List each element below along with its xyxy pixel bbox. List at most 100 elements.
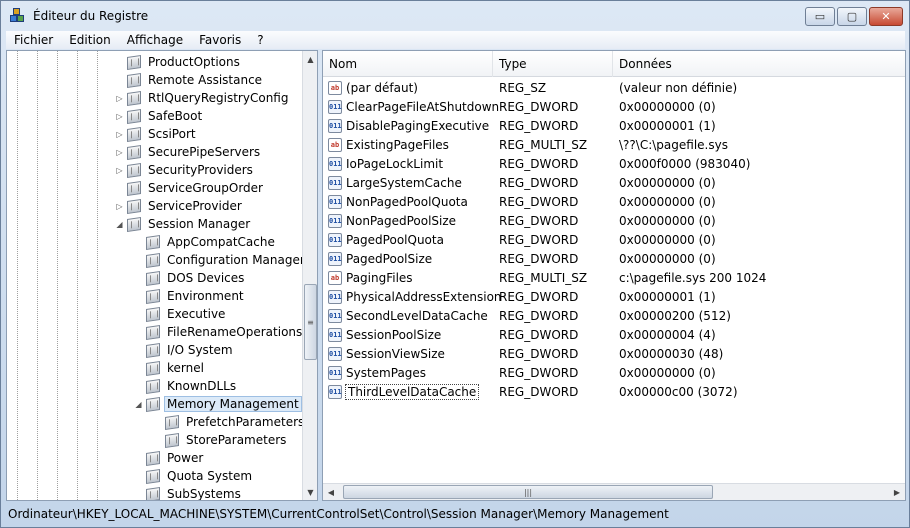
registry-key-folder-icon <box>127 198 141 214</box>
tree-node[interactable]: ServiceGroupOrder <box>127 179 265 197</box>
dword-value-icon: 011 <box>328 99 342 114</box>
tree-node-label: Quota System <box>167 469 253 483</box>
title-bar[interactable]: Éditeur du Registre ▭ ▢ ✕ <box>1 1 909 31</box>
list-item[interactable]: ab ExistingPageFiles REG_MULTI_SZ \??\C:\pa… <box>323 135 905 154</box>
list-item[interactable]: 011 NonPagedPoolSize REG_DWORD 0x00000000 (… <box>323 211 905 230</box>
list-item[interactable]: 011 PhysicalAddressExtension REG_DWORD 0x00… <box>323 287 905 306</box>
list-item[interactable]: 011 SessionPoolSize REG_DWORD 0x00000004 (4… <box>323 325 905 344</box>
dword-value-icon: 011 <box>328 118 342 133</box>
tree-node[interactable]: I/O System <box>146 341 235 359</box>
tree-node[interactable]: KnownDLLs <box>146 377 238 395</box>
scroll-left-icon[interactable]: ◀ <box>323 484 339 500</box>
value-type: REG_DWORD <box>499 232 579 247</box>
registry-key-folder-icon <box>127 180 141 196</box>
list-item[interactable]: 011 SessionViewSize REG_DWORD 0x00000030 (4… <box>323 344 905 363</box>
menu-fichier[interactable]: Fichier <box>6 33 61 47</box>
list-item[interactable]: 011 DisablePagingExecutive REG_DWORD 0x0000… <box>323 116 905 135</box>
menu-affichage[interactable]: Affichage <box>119 33 191 47</box>
dword-value-icon: 011 <box>328 384 342 399</box>
value-data: c:\pagefile.sys 200 1024 <box>619 270 767 285</box>
value-name: LargeSystemCache <box>346 175 462 190</box>
tree-node[interactable]: ▷ RtlQueryRegistryConfig <box>116 89 290 107</box>
tree-vertical-scrollbar[interactable]: ▲ ≡ ▼ <box>302 51 317 500</box>
value-type: REG_DWORD <box>499 99 579 114</box>
menu-edition[interactable]: Edition <box>61 33 119 47</box>
value-type: REG_SZ <box>499 80 547 95</box>
value-name: PagingFiles <box>346 270 413 285</box>
list-item[interactable]: ab PagingFiles REG_MULTI_SZ c:\pagefile.sys… <box>323 268 905 287</box>
value-data: 0x00000000 (0) <box>619 232 716 247</box>
expand-arrow-icon[interactable]: ▷ <box>115 94 124 103</box>
value-data: \??\C:\pagefile.sys <box>619 137 728 152</box>
value-name: PagedPoolSize <box>346 251 433 266</box>
tree-node[interactable]: ProductOptions <box>127 53 242 71</box>
tree-node[interactable]: Remote Assistance <box>127 71 264 89</box>
list-scroll-thumb[interactable]: ||| <box>343 485 713 499</box>
tree-node[interactable]: Power <box>146 449 205 467</box>
registry-key-folder-icon <box>146 360 160 376</box>
values-list-pane[interactable]: Nom Type Données ab (par défaut) REG_SZ (va… <box>322 50 906 501</box>
tree-node-label: DOS Devices <box>167 271 245 285</box>
maximize-button[interactable]: ▢ <box>837 7 867 26</box>
tree-node[interactable]: AppCompatCache <box>146 233 277 251</box>
registry-key-folder-icon <box>146 342 160 358</box>
list-item[interactable]: 011 PagedPoolSize REG_DWORD 0x00000000 (0) <box>323 249 905 268</box>
expand-arrow-icon[interactable]: ▷ <box>115 130 124 139</box>
tree-node[interactable]: FileRenameOperations <box>146 323 304 341</box>
tree-scroll-thumb[interactable]: ≡ <box>304 284 317 360</box>
tree-node[interactable]: ◢ Memory Management <box>135 395 302 413</box>
tree-node[interactable]: ▷ SecurityProviders <box>116 161 255 179</box>
expand-arrow-icon[interactable]: ▷ <box>115 166 124 175</box>
column-header-name[interactable]: Nom <box>323 51 493 77</box>
list-horizontal-scrollbar[interactable]: ◀ ||| ▶ <box>323 483 905 500</box>
column-header-data[interactable]: Données <box>613 51 905 77</box>
value-name: SessionViewSize <box>346 346 445 361</box>
scroll-right-icon[interactable]: ▶ <box>889 484 905 500</box>
tree-node-label: ScsiPort <box>148 127 196 141</box>
string-value-icon: ab <box>328 137 342 152</box>
value-data: 0x00000030 (48) <box>619 346 724 361</box>
scroll-down-icon[interactable]: ▼ <box>303 484 317 500</box>
tree-node[interactable]: ▷ ServiceProvider <box>116 197 244 215</box>
registry-tree-pane[interactable]: ProductOptions Remote Assistance ▷ RtlQuery… <box>6 50 318 501</box>
tree-node[interactable]: SubSystems <box>146 485 243 500</box>
tree-node[interactable]: ▷ SafeBoot <box>116 107 204 125</box>
expand-arrow-icon[interactable]: ▷ <box>115 112 124 121</box>
list-item[interactable]: 011 NonPagedPoolQuota REG_DWORD 0x00000000 … <box>323 192 905 211</box>
list-item[interactable]: 011 ThirdLevelDataCache REG_DWORD 0x00000c0… <box>323 382 905 401</box>
list-item[interactable]: ab (par défaut) REG_SZ (valeur non définie) <box>323 78 905 97</box>
tree-node-label: Configuration Manager <box>167 253 305 267</box>
value-data: 0x00000000 (0) <box>619 99 716 114</box>
tree-node[interactable]: ▷ ScsiPort <box>116 125 198 143</box>
tree-node[interactable]: ▷ SecurePipeServers <box>116 143 262 161</box>
tree-node[interactable]: ◢ Session Manager <box>116 215 252 233</box>
registry-tree[interactable]: ProductOptions Remote Assistance ▷ RtlQuery… <box>7 51 305 500</box>
tree-node[interactable]: StoreParameters <box>165 431 288 449</box>
list-item[interactable]: 011 ClearPageFileAtShutdown REG_DWORD 0x000… <box>323 97 905 116</box>
list-item[interactable]: 011 LargeSystemCache REG_DWORD 0x00000000 (… <box>323 173 905 192</box>
tree-node[interactable]: kernel <box>146 359 206 377</box>
expand-arrow-icon[interactable]: ▷ <box>115 202 124 211</box>
scroll-up-icon[interactable]: ▲ <box>303 51 317 67</box>
tree-node[interactable]: Executive <box>146 305 227 323</box>
tree-node[interactable]: Environment <box>146 287 246 305</box>
menu-favoris[interactable]: Favoris <box>191 33 249 47</box>
minimize-button[interactable]: ▭ <box>805 7 835 26</box>
list-item[interactable]: 011 SecondLevelDataCache REG_DWORD 0x000002… <box>323 306 905 325</box>
registry-key-folder-icon <box>127 90 141 106</box>
tree-node[interactable]: Configuration Manager <box>146 251 305 269</box>
tree-node[interactable]: Quota System <box>146 467 254 485</box>
collapse-arrow-icon[interactable]: ◢ <box>115 220 124 229</box>
collapse-arrow-icon[interactable]: ◢ <box>134 400 143 409</box>
menu-help[interactable]: ? <box>249 33 271 47</box>
list-item[interactable]: 011 SystemPages REG_DWORD 0x00000000 (0) <box>323 363 905 382</box>
value-data: 0x00000001 (1) <box>619 118 716 133</box>
column-header-type[interactable]: Type <box>493 51 613 77</box>
value-data: 0x00000000 (0) <box>619 175 716 190</box>
expand-arrow-icon[interactable]: ▷ <box>115 148 124 157</box>
list-item[interactable]: 011 PagedPoolQuota REG_DWORD 0x00000000 (0) <box>323 230 905 249</box>
tree-node[interactable]: PrefetchParameters <box>165 413 305 431</box>
tree-node[interactable]: DOS Devices <box>146 269 246 287</box>
list-item[interactable]: 011 IoPageLockLimit REG_DWORD 0x000f0000 (9… <box>323 154 905 173</box>
close-button[interactable]: ✕ <box>869 7 903 26</box>
